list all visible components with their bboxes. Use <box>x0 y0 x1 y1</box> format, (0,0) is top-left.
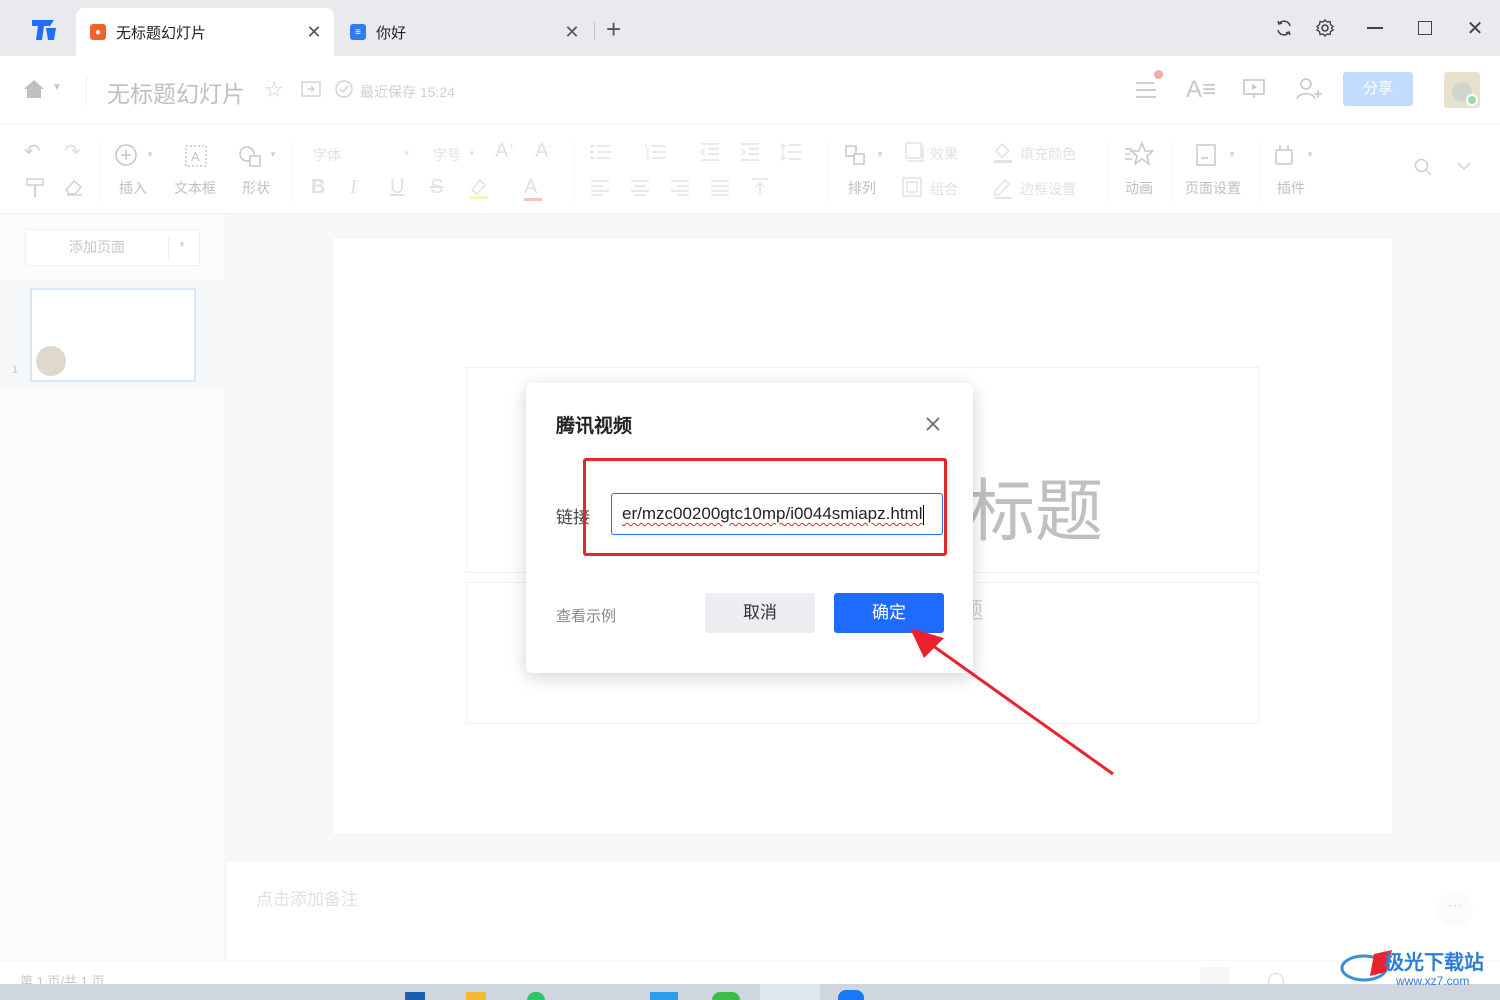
tab-nihao[interactable]: ≡ 你好 ✕ <box>336 8 594 56</box>
tab-untitled-slides[interactable]: ● 无标题幻灯片 ✕ <box>76 8 334 56</box>
os-taskbar <box>0 984 1500 1000</box>
refresh-icon[interactable] <box>1270 14 1298 42</box>
taskbar-app-icon[interactable] <box>527 992 545 1000</box>
app-logo-icon[interactable] <box>28 14 60 46</box>
view-example-link[interactable]: 查看示例 <box>556 605 616 626</box>
minimize-icon[interactable] <box>1361 14 1389 42</box>
annotation-highlight-box <box>583 458 947 556</box>
new-tab-icon[interactable]: + <box>606 16 621 42</box>
taskbar-app-icon[interactable] <box>405 992 425 1000</box>
browser-tab-bar: ● 无标题幻灯片 ✕ ≡ 你好 ✕ + ✕ <box>0 0 1500 56</box>
taskbar-active-app[interactable] <box>760 984 820 1000</box>
close-window-icon[interactable]: ✕ <box>1461 14 1489 42</box>
slides-file-icon: ● <box>90 24 106 40</box>
maximize-icon[interactable] <box>1411 14 1439 42</box>
watermark-logo: 极光下载站 www.xz7.com <box>1340 944 1500 990</box>
dialog-title: 腾讯视频 <box>556 416 633 437</box>
doc-file-icon: ≡ <box>350 24 366 40</box>
settings-gear-icon[interactable] <box>1311 14 1339 42</box>
watermark-text: 极光下载站 <box>1384 952 1484 974</box>
taskbar-app-icon[interactable] <box>466 992 486 1000</box>
taskbar-app-icon[interactable] <box>712 992 740 1000</box>
watermark-url: www.xz7.com <box>1396 974 1470 988</box>
cancel-button[interactable]: 取消 <box>705 593 815 633</box>
close-tab-icon[interactable]: ✕ <box>304 22 324 42</box>
tab-label: 你好 <box>376 24 407 42</box>
annotation-arrow-icon <box>910 628 1114 776</box>
tab-divider <box>594 22 595 40</box>
taskbar-app-icon[interactable] <box>650 992 678 1000</box>
tab-label: 无标题幻灯片 <box>116 24 207 42</box>
taskbar-app-icon[interactable] <box>838 990 864 1000</box>
close-tab-icon[interactable]: ✕ <box>562 22 582 42</box>
close-icon[interactable] <box>922 413 944 435</box>
